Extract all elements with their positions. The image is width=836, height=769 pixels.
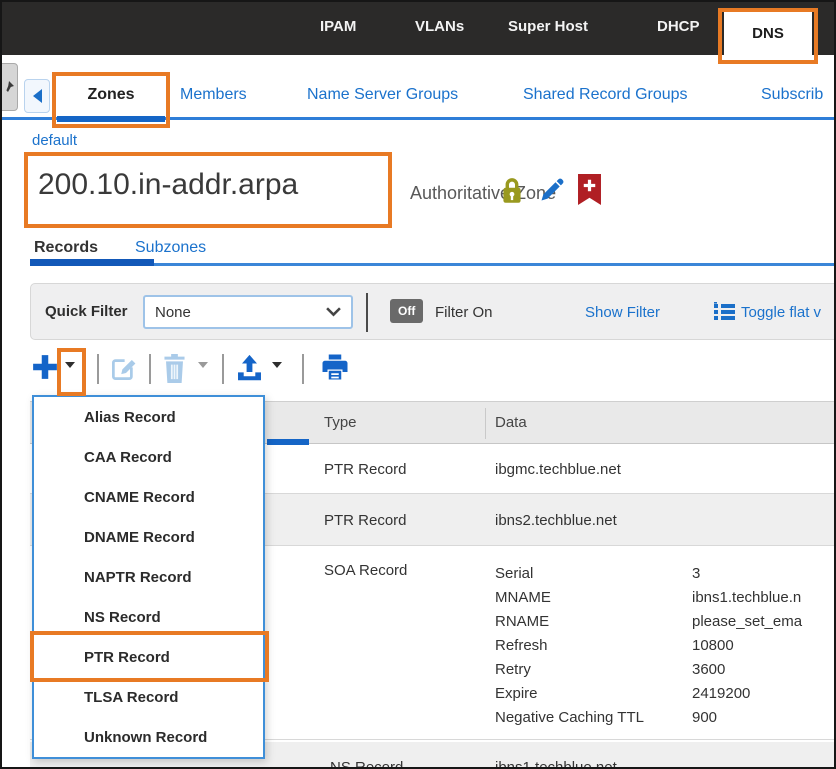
menu-item-caa-record[interactable]: CAA Record (34, 437, 263, 477)
menu-item-tlsa-record[interactable]: TLSA Record (34, 677, 263, 717)
app-window: IPAM VLANs Super Host DHCP DNS Zones Mem… (0, 0, 836, 769)
soa-field-key: Negative Caching TTL (495, 706, 692, 730)
soa-field-value: 3 (692, 562, 700, 586)
soa-field-key: RNAME (495, 610, 692, 634)
tab-ipam[interactable]: IPAM (320, 18, 356, 35)
dns-sub-navigation: Zones Members Name Server Groups Shared … (2, 55, 834, 120)
tab-super-host[interactable]: Super Host (508, 18, 588, 35)
import-export-caret-button[interactable] (272, 368, 282, 386)
record-data-cell: ibgmc.techblue.net (495, 461, 621, 478)
subnav-tab-zones[interactable]: Zones (55, 73, 167, 117)
tab-vlans[interactable]: VLANs (415, 18, 464, 35)
zones-active-underline (57, 116, 165, 122)
add-record-button[interactable] (30, 352, 60, 387)
show-filter-link[interactable]: Show Filter (585, 304, 660, 321)
collapsed-panel-tab[interactable] (0, 63, 18, 111)
breadcrumb-default-view[interactable]: default (32, 132, 77, 149)
flat-view-list-icon[interactable] (714, 302, 735, 326)
tab-subzones[interactable]: Subzones (135, 239, 206, 257)
caret-down-icon (272, 362, 282, 385)
top-navigation-bar: IPAM VLANs Super Host DHCP DNS (2, 2, 834, 55)
zone-type-label: Authoritative Zone (410, 183, 556, 204)
name-column-sort-underline (267, 439, 309, 445)
tab-dns[interactable]: DNS (724, 12, 812, 55)
column-separator (485, 408, 486, 439)
pin-icon (1, 80, 15, 94)
soa-field-value: 10800 (692, 634, 734, 658)
collapse-panel-button[interactable] (24, 79, 50, 113)
edit-pencil-icon[interactable] (538, 176, 566, 209)
soa-field-key: Refresh (495, 634, 692, 658)
delete-record-button[interactable] (162, 354, 187, 388)
record-type-cell: SOA Record (324, 562, 407, 579)
soa-field-key: Retry (495, 658, 692, 682)
toolbar-divider (302, 354, 304, 384)
menu-item-cname-record[interactable]: CNAME Record (34, 477, 263, 517)
toolbar-divider (222, 354, 224, 384)
soa-field-value: 3600 (692, 658, 725, 682)
record-type-cell: PTR Record (324, 461, 407, 478)
menu-item-unknown-record[interactable]: Unknown Record (34, 717, 263, 757)
filter-off-toggle[interactable]: Off (390, 299, 423, 323)
column-header-type[interactable]: Type (324, 414, 357, 431)
edit-record-button[interactable] (110, 355, 137, 387)
toggle-flat-view-link[interactable]: Toggle flat v (741, 304, 821, 321)
tab-dhcp[interactable]: DHCP (657, 18, 700, 35)
print-button[interactable] (320, 352, 350, 387)
menu-item-alias-record[interactable]: Alias Record (34, 397, 263, 437)
subnav-tab-members[interactable]: Members (180, 86, 247, 104)
import-export-button[interactable] (235, 352, 264, 388)
soa-field-key: Expire (495, 682, 692, 706)
quick-filter-bar: Quick Filter None Off Filter On Show Fil… (30, 283, 836, 340)
chevron-left-icon (33, 89, 42, 103)
filter-on-label: Filter On (435, 304, 493, 321)
record-data-cell: ibns1.techblue.net (495, 759, 617, 769)
soa-field-value: 900 (692, 706, 717, 730)
caret-down-icon (198, 362, 208, 385)
caret-down-icon (65, 362, 75, 385)
menu-item-naptr-record[interactable]: NAPTR Record (34, 557, 263, 597)
page-title-zone-name: 200.10.in-addr.arpa (38, 168, 298, 202)
record-type-cell: PTR Record (324, 512, 407, 529)
subnav-tab-shared-record-groups[interactable]: Shared Record Groups (523, 86, 688, 104)
chevron-down-icon (326, 307, 341, 317)
column-header-data[interactable]: Data (495, 414, 527, 431)
menu-item-ptr-record[interactable]: PTR Record (34, 637, 263, 677)
soa-field-key: MNAME (495, 586, 692, 610)
menu-item-dname-record[interactable]: DNAME Record (34, 517, 263, 557)
menu-item-ns-record[interactable]: NS Record (34, 597, 263, 637)
record-data-cell: ibns2.techblue.net (495, 512, 617, 529)
records-active-underline (30, 259, 154, 266)
soa-record-details: Serial3 MNAMEibns1.techblue.n RNAMEpleas… (495, 562, 802, 730)
quick-filter-select[interactable]: None (143, 295, 353, 329)
bookmark-add-icon[interactable] (578, 174, 601, 210)
subnav-tab-subscriber[interactable]: Subscrib (761, 86, 823, 104)
delete-caret-button[interactable] (198, 368, 208, 386)
quick-filter-selected-value: None (155, 304, 191, 321)
soa-field-value: ibns1.techblue.n (692, 586, 801, 610)
add-record-caret-button[interactable] (65, 368, 75, 386)
soa-field-key: Serial (495, 562, 692, 586)
toolbar-divider (149, 354, 151, 384)
add-record-dropdown-menu: Alias Record CAA Record CNAME Record DNA… (32, 395, 265, 759)
soa-field-value: please_set_ema (692, 610, 802, 634)
soa-field-value: 2419200 (692, 682, 750, 706)
subnav-tab-name-server-groups[interactable]: Name Server Groups (307, 86, 458, 104)
tab-records[interactable]: Records (34, 239, 98, 257)
quick-filter-label: Quick Filter (45, 303, 128, 320)
toolbar-divider (97, 354, 99, 384)
lock-icon[interactable] (499, 176, 525, 211)
record-type-cell: NS Record (330, 759, 403, 769)
divider (366, 293, 368, 332)
